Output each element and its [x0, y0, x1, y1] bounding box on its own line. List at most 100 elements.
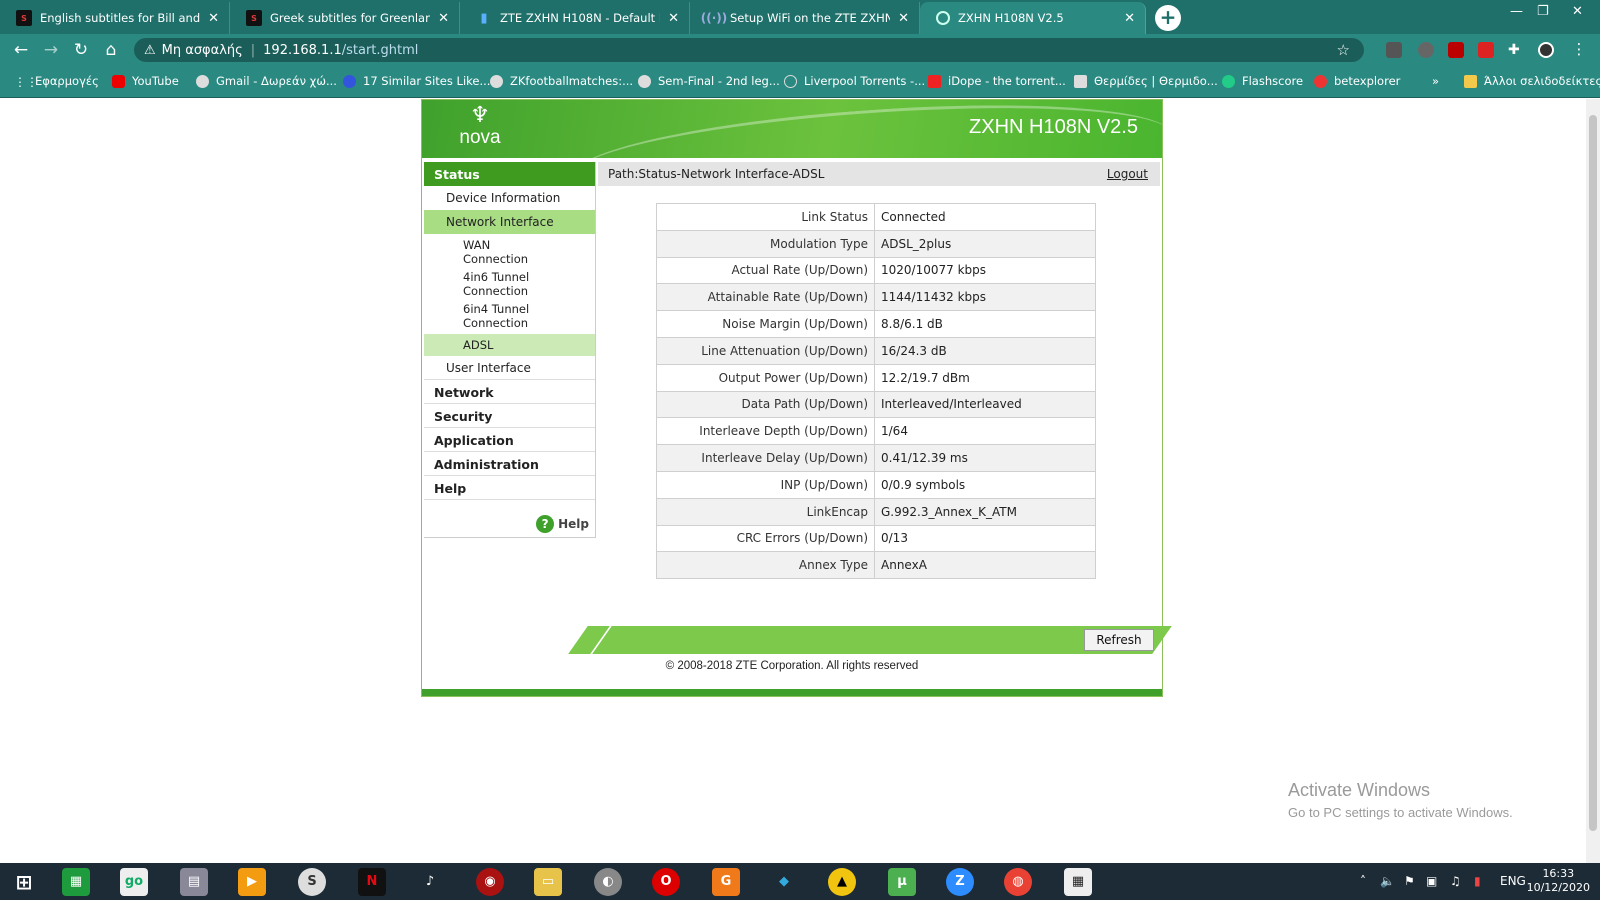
close-window-icon[interactable]: ✕ — [1572, 4, 1583, 19]
tab-english-subtitles[interactable]: S English subtitles for Bill and Ted ✕ — [0, 2, 230, 34]
other-bookmarks[interactable]: Άλλοι σελιδοδείκτες — [1464, 74, 1600, 88]
volume-icon[interactable]: 🔈 — [1380, 874, 1395, 888]
bookmark-similar-sites[interactable]: 17 Similar Sites Like... — [343, 74, 490, 88]
close-tab-icon[interactable]: ✕ — [1124, 11, 1135, 26]
extension-badge-icon[interactable] — [1418, 42, 1434, 58]
stat-value: AnnexA — [874, 551, 1096, 580]
puzzle-extensions-icon[interactable]: ✚ — [1508, 42, 1524, 58]
bookmark-flashscore[interactable]: Flashscore — [1222, 74, 1303, 88]
explorer-folder-icon[interactable]: ▭ — [534, 868, 562, 896]
bookmark-star-icon[interactable]: ☆ — [1337, 41, 1350, 59]
battery-icon[interactable]: ▮ — [1474, 874, 1481, 888]
store-icon[interactable]: ▦ — [62, 868, 90, 896]
back-arrow-icon[interactable]: ← — [10, 40, 32, 60]
page-scrollbar[interactable] — [1586, 99, 1600, 863]
bookmark-betexplorer[interactable]: betexplorer — [1314, 74, 1400, 88]
g-pdf-icon[interactable]: G — [712, 868, 740, 896]
menu-dots-icon[interactable]: ⋮ — [1568, 40, 1590, 58]
menu-network-interface[interactable]: Network Interface — [424, 210, 595, 234]
tab-greek-subtitles[interactable]: S Greek subtitles for Greenland 20 ✕ — [230, 2, 460, 34]
menu-help[interactable]: Help — [424, 476, 595, 500]
zoom-icon[interactable]: Z — [946, 868, 974, 896]
warning-triangle-icon[interactable]: ⚠ — [144, 43, 156, 58]
media-player-icon[interactable]: ▶ — [238, 868, 266, 896]
table-row: Output Power (Up/Down) 12.2/19.7 dBm — [656, 363, 1096, 392]
stat-label: Actual Rate (Up/Down) — [656, 256, 875, 285]
network-icon[interactable]: ▣ — [1426, 874, 1437, 888]
tab-zte-default-login[interactable]: ▮ ZTE ZXHN H108N - Default login ✕ — [460, 2, 690, 34]
bookmark-gmail[interactable]: Gmail - Δωρεάν χώ... — [196, 74, 337, 88]
sidebar-help-link[interactable]: ? Help — [536, 515, 589, 533]
file-manager-icon[interactable]: ▤ — [180, 868, 208, 896]
router-bottom-line — [422, 689, 1162, 696]
scrollbar-thumb[interactable] — [1589, 115, 1597, 831]
ps3-icon[interactable]: ◐ — [594, 868, 622, 896]
menu-network[interactable]: Network — [424, 380, 595, 404]
opera-icon[interactable]: O — [652, 868, 680, 896]
eye-icon[interactable]: ◉ — [476, 868, 504, 896]
novago-icon[interactable]: go — [120, 868, 148, 896]
kodi-icon[interactable]: ◆ — [770, 868, 798, 896]
bookmark-youtube[interactable]: YouTube — [112, 74, 179, 88]
tab-title: Setup WiFi on the ZTE ZXHN H1 — [730, 11, 891, 25]
close-tab-icon[interactable]: ✕ — [668, 11, 679, 26]
profile-avatar-icon[interactable] — [1538, 42, 1554, 58]
tab-zxhn-router[interactable]: ZXHN H108N V2.5 ✕ — [920, 2, 1146, 34]
start-icon[interactable]: ⊞ — [10, 868, 38, 896]
close-tab-icon[interactable]: ✕ — [208, 11, 219, 26]
betexplorer-icon — [1314, 74, 1327, 88]
netflix-icon[interactable]: N — [358, 868, 386, 896]
chrome-icon[interactable]: ◍ — [1004, 868, 1032, 896]
taskbar-clock[interactable]: 16:33 10/12/2020 — [1527, 867, 1590, 895]
red-extension-icon[interactable] — [1478, 42, 1494, 58]
forward-arrow-icon[interactable]: → — [40, 40, 62, 60]
address-bar[interactable]: ⚠ Μη ασφαλής | 192.168.1.1 /start.ghtml … — [134, 38, 1364, 62]
security-label[interactable]: Μη ασφαλής — [162, 43, 243, 58]
menu-adsl[interactable]: ADSL — [424, 334, 595, 356]
bookmark-zkfootball[interactable]: ZKfootballmatches:... — [490, 74, 633, 88]
vlc-icon[interactable]: ▲ — [828, 868, 856, 896]
restore-icon[interactable]: ❐ — [1537, 4, 1549, 19]
minimize-icon[interactable]: — — [1510, 4, 1523, 19]
flag-icon[interactable]: ⚑ — [1404, 874, 1415, 888]
stat-label: Output Power (Up/Down) — [656, 363, 875, 392]
table-row: Interleave Depth (Up/Down) 1/64 — [656, 417, 1096, 446]
bookmark-liverpool-torrents[interactable]: Liverpool Torrents -... — [784, 74, 925, 88]
pdf-extension-icon[interactable] — [1386, 42, 1402, 58]
bookmark-sem-final[interactable]: Sem-Final - 2nd leg... — [638, 74, 780, 88]
menu-6in4-tunnel[interactable]: 6in4 Tunnel Connection — [424, 300, 595, 332]
tab-setup-wifi[interactable]: ((·)) Setup WiFi on the ZTE ZXHN H1 ✕ — [690, 2, 920, 34]
menu-user-interface[interactable]: User Interface — [424, 356, 595, 380]
router-sidebar-menu: Status Device Information Network Interf… — [424, 162, 596, 538]
tray-chevron-icon[interactable]: ˄ — [1360, 874, 1366, 888]
language-indicator[interactable]: ENG — [1500, 874, 1526, 888]
stat-label: Annex Type — [656, 551, 875, 580]
close-tab-icon[interactable]: ✕ — [438, 11, 449, 26]
close-tab-icon[interactable]: ✕ — [898, 11, 909, 26]
menu-application[interactable]: Application — [424, 428, 595, 452]
bookmark-thermides[interactable]: Θερμίδες | Θερμιδο... — [1074, 74, 1218, 88]
home-icon[interactable]: ⌂ — [100, 40, 122, 60]
activate-windows-watermark: Activate Windows Go to PC settings to ac… — [1288, 780, 1513, 820]
menu-administration[interactable]: Administration — [424, 452, 595, 476]
menu-device-information[interactable]: Device Information — [424, 186, 595, 210]
bookmark-apps[interactable]: ⋮⋮ Εφαρμογές — [14, 74, 99, 89]
menu-4in6-tunnel[interactable]: 4in6 Tunnel Connection — [424, 268, 595, 300]
menu-wan-connection[interactable]: WAN Connection — [424, 234, 595, 268]
watermark-subtitle: Go to PC settings to activate Windows. — [1288, 805, 1513, 820]
refresh-button[interactable]: Refresh — [1084, 629, 1154, 651]
sketch-icon[interactable]: S — [298, 868, 326, 896]
ublock-icon[interactable] — [1448, 42, 1464, 58]
speaker-icon[interactable]: ♫ — [1450, 874, 1461, 888]
stat-label: Attainable Rate (Up/Down) — [656, 283, 875, 312]
logout-link[interactable]: Logout — [1107, 167, 1148, 181]
utorrent-icon[interactable]: µ — [888, 868, 916, 896]
menu-status[interactable]: Status — [424, 162, 595, 186]
calendar-icon[interactable]: ▦ — [1064, 868, 1092, 896]
menu-security[interactable]: Security — [424, 404, 595, 428]
reload-icon[interactable]: ↻ — [70, 40, 92, 60]
bookmarks-overflow-button[interactable]: » — [1432, 74, 1439, 88]
music-icon[interactable]: ♪ — [416, 868, 444, 896]
new-tab-button[interactable]: + — [1155, 5, 1181, 31]
bookmark-idope[interactable]: iDope - the torrent... — [928, 74, 1066, 88]
